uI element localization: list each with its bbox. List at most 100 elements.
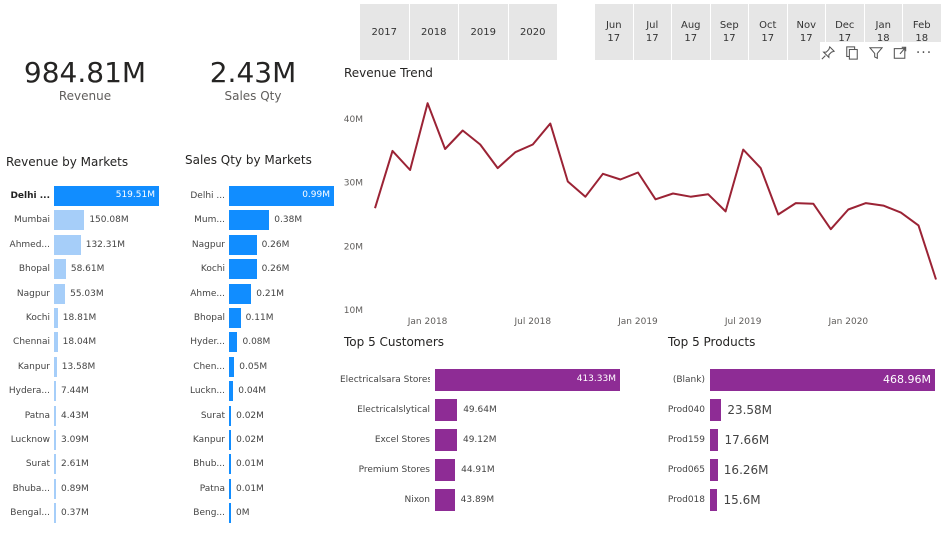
product-row[interactable]: Prod065 16.26M bbox=[660, 459, 769, 481]
qty-market-bar[interactable] bbox=[229, 503, 231, 524]
year-button-2017[interactable]: 2017 bbox=[360, 4, 410, 60]
revenue-market-row[interactable]: Patna 4.43M bbox=[0, 405, 89, 426]
qty-market-row[interactable]: Nagpur 0.26M bbox=[180, 234, 289, 255]
customer-row[interactable]: Excel Stores 49.12M bbox=[340, 429, 497, 451]
revenue-market-bar[interactable] bbox=[54, 454, 56, 475]
month-year-label: 17 bbox=[799, 33, 813, 44]
copy-icon[interactable] bbox=[844, 45, 860, 61]
revenue-market-bar[interactable] bbox=[54, 405, 56, 426]
qty-market-row[interactable]: Surat 0.02M bbox=[180, 405, 264, 426]
qty-market-row[interactable]: Ahme... 0.21M bbox=[180, 283, 284, 304]
qty-market-row[interactable]: Kanpur 0.02M bbox=[180, 430, 264, 450]
year-button-2018[interactable]: 2018 bbox=[409, 4, 459, 60]
revenue-market-bar[interactable] bbox=[54, 356, 57, 377]
revenue-market-bar[interactable] bbox=[54, 478, 56, 499]
customer-bar[interactable] bbox=[435, 429, 457, 451]
revenue-by-markets-title: Revenue by Markets bbox=[6, 155, 129, 169]
y-tick-label: 30M bbox=[344, 179, 363, 189]
customer-bar[interactable] bbox=[435, 489, 455, 511]
year-button-2020[interactable]: 2020 bbox=[508, 4, 558, 60]
month-button-1[interactable]: Jul 17 bbox=[633, 4, 671, 60]
revenue-market-bar[interactable] bbox=[54, 283, 66, 304]
qty-market-bar[interactable] bbox=[229, 430, 232, 450]
revenue-market-row[interactable]: Surat 2.61M bbox=[0, 454, 89, 475]
qty-market-bar[interactable] bbox=[229, 405, 232, 426]
revenue-market-row[interactable]: Kochi 18.81M bbox=[0, 308, 96, 328]
revenue-market-bar[interactable] bbox=[54, 234, 81, 255]
qty-market-bar[interactable] bbox=[229, 210, 270, 231]
customer-bar[interactable]: 413.33M bbox=[435, 369, 620, 391]
qty-market-row[interactable]: Mum... 0.38M bbox=[180, 210, 302, 231]
month-button-4[interactable]: Oct 17 bbox=[749, 4, 787, 60]
month-label: Sep bbox=[719, 20, 739, 31]
revenue-market-row[interactable]: Lucknow 3.09M bbox=[0, 430, 89, 450]
product-value: 16.26M bbox=[723, 463, 769, 477]
revenue-market-row[interactable]: Delhi ... 519.51M bbox=[0, 186, 159, 206]
qty-market-bar[interactable] bbox=[229, 454, 231, 475]
qty-market-bar[interactable]: 0.99M bbox=[229, 186, 334, 206]
product-bar[interactable] bbox=[710, 429, 719, 451]
sales-qty-by-markets-title: Sales Qty by Markets bbox=[185, 153, 312, 167]
month-button-3[interactable]: Sep 17 bbox=[710, 4, 748, 60]
revenue-market-row[interactable]: Bhuba... 0.89M bbox=[0, 478, 89, 499]
customer-bar[interactable] bbox=[435, 459, 456, 481]
qty-market-bar[interactable] bbox=[229, 308, 241, 328]
pin-icon[interactable] bbox=[820, 45, 836, 61]
revenue-market-row[interactable]: Nagpur 55.03M bbox=[0, 283, 104, 304]
qty-market-row[interactable]: Bhub... 0.01M bbox=[180, 454, 264, 475]
qty-market-bar[interactable] bbox=[229, 356, 235, 377]
revenue-market-bar[interactable] bbox=[54, 259, 66, 280]
customer-row[interactable]: Electricalslytical 49.64M bbox=[340, 399, 497, 421]
revenue-market-bar[interactable] bbox=[54, 332, 58, 353]
revenue-market-bar[interactable] bbox=[54, 503, 56, 524]
y-tick-label: 40M bbox=[344, 115, 363, 125]
revenue-market-bar[interactable]: 519.51M bbox=[54, 186, 159, 206]
qty-market-row[interactable]: Luckn... 0.04M bbox=[180, 381, 266, 402]
focus-mode-icon[interactable] bbox=[892, 45, 908, 61]
customer-row[interactable]: Electricalsara Stores 413.33M bbox=[340, 369, 620, 391]
revenue-market-row[interactable]: Chennai 18.04M bbox=[0, 332, 96, 353]
qty-market-row[interactable]: Patna 0.01M bbox=[180, 478, 264, 499]
customer-row[interactable]: Premium Stores 44.91M bbox=[340, 459, 495, 481]
product-row[interactable]: Prod018 15.6M bbox=[660, 489, 761, 511]
qty-market-bar[interactable] bbox=[229, 259, 257, 280]
revenue-market-row[interactable]: Bhopal 58.61M bbox=[0, 259, 104, 280]
product-bar[interactable] bbox=[710, 459, 718, 481]
product-row[interactable]: Prod040 23.58M bbox=[660, 399, 772, 421]
year-button-2019[interactable]: 2019 bbox=[459, 4, 509, 60]
product-bar[interactable] bbox=[710, 489, 718, 511]
qty-market-category: Patna bbox=[199, 483, 225, 494]
product-row[interactable]: (Blank) 468.96M bbox=[660, 369, 935, 391]
filter-icon[interactable] bbox=[868, 45, 884, 61]
more-options-icon[interactable]: ··· bbox=[916, 45, 932, 61]
revenue-market-row[interactable]: Mumbai 150.08M bbox=[0, 210, 129, 231]
customer-bar[interactable] bbox=[435, 399, 458, 421]
month-button-0[interactable]: Jun 17 bbox=[595, 4, 633, 60]
revenue-market-row[interactable]: Ahmed... 132.31M bbox=[0, 234, 125, 255]
qty-market-row[interactable]: Beng... 0M bbox=[180, 503, 250, 524]
qty-market-row[interactable]: Delhi ... 0.99M bbox=[180, 186, 334, 206]
qty-market-bar[interactable] bbox=[229, 478, 231, 499]
qty-market-row[interactable]: Hyder... 0.08M bbox=[180, 332, 270, 353]
revenue-market-row[interactable]: Kanpur 13.58M bbox=[0, 356, 95, 377]
qty-market-bar[interactable] bbox=[229, 332, 238, 353]
qty-market-bar[interactable] bbox=[229, 283, 252, 304]
qty-market-row[interactable]: Kochi 0.26M bbox=[180, 259, 289, 280]
product-bar[interactable] bbox=[710, 399, 722, 421]
product-row[interactable]: Prod159 17.66M bbox=[660, 429, 769, 451]
revenue-market-bar[interactable] bbox=[54, 308, 58, 328]
qty-market-bar[interactable] bbox=[229, 234, 257, 255]
qty-market-row[interactable]: Chen... 0.05M bbox=[180, 356, 267, 377]
revenue-market-row[interactable]: Hydera... 7.44M bbox=[0, 381, 89, 402]
qty-market-bar[interactable] bbox=[229, 381, 234, 402]
customer-row[interactable]: Nixon 43.89M bbox=[340, 489, 494, 511]
month-button-2[interactable]: Aug 17 bbox=[672, 4, 710, 60]
revenue-trend-line[interactable] bbox=[374, 102, 937, 280]
revenue-market-bar[interactable] bbox=[54, 381, 56, 402]
product-bar[interactable]: 468.96M bbox=[710, 369, 935, 391]
qty-market-row[interactable]: Bhopal 0.11M bbox=[180, 308, 273, 328]
revenue-value: 984.81M bbox=[23, 56, 147, 89]
revenue-market-row[interactable]: Bengal... 0.37M bbox=[0, 503, 89, 524]
revenue-market-bar[interactable] bbox=[54, 430, 56, 450]
revenue-market-bar[interactable] bbox=[54, 210, 85, 231]
